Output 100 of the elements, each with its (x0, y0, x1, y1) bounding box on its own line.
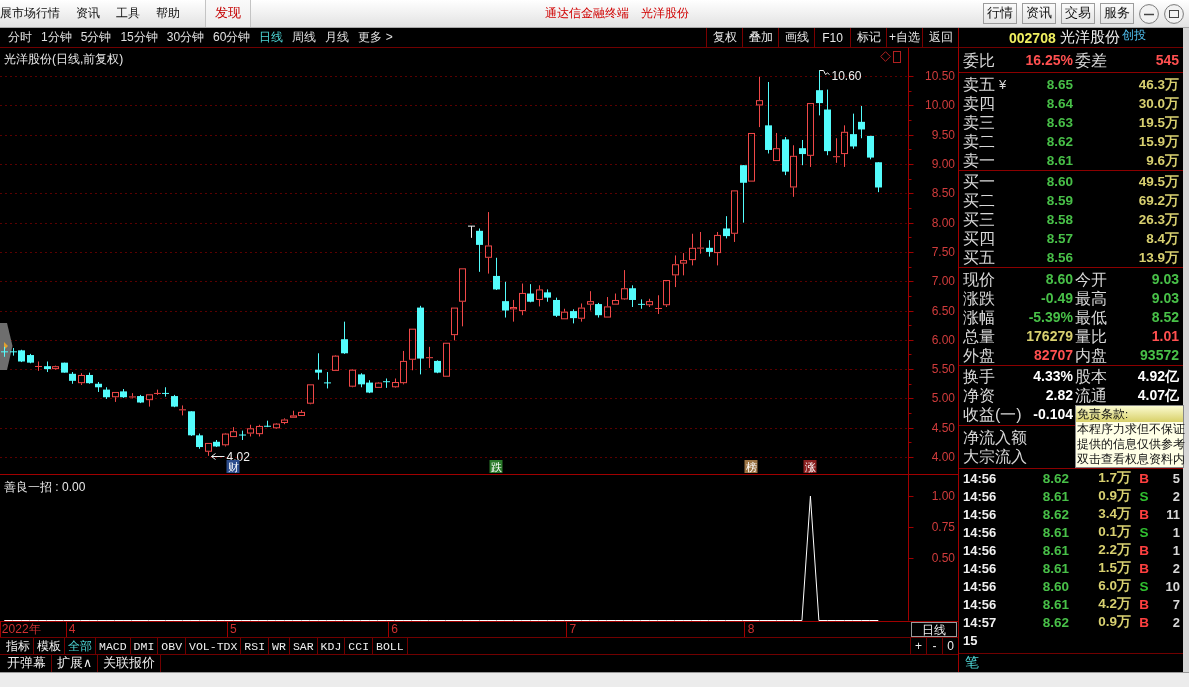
tick-price: 8.61 (1042, 560, 1069, 576)
quote-label: 今开 (1074, 270, 1107, 289)
menu-item[interactable]: 工具 (108, 0, 148, 27)
menu-item[interactable]: 展市场行情 (0, 0, 68, 27)
order-level-label: 卖五 (963, 75, 995, 94)
axis-label: 0.50 (931, 551, 955, 566)
candlestick (349, 368, 356, 388)
indicator-tab[interactable]: 全部 (65, 638, 96, 654)
toolbar-button[interactable]: 叠加 (742, 28, 778, 47)
event-tag[interactable]: 跌 (489, 460, 503, 473)
month-label: 8 (747, 622, 755, 636)
side-handle-icon[interactable] (0, 323, 13, 370)
quote-label: 最高 (1074, 289, 1107, 308)
indicator-tab[interactable]: VOL-TDX (186, 638, 242, 654)
tick-side: B (1139, 506, 1149, 522)
tick-volume: 0.1万 (1098, 523, 1131, 541)
period-tab[interactable]: 30分钟 (166, 29, 205, 46)
tick-time: 14:56 (963, 506, 997, 522)
menu-item[interactable]: 资讯 (68, 0, 108, 27)
nav-button[interactable]: 资讯 (1022, 3, 1056, 24)
indicator-tab[interactable]: CCI (345, 638, 374, 654)
indicator-tab[interactable]: RSI (241, 638, 270, 654)
axis-label: 7.50 (931, 244, 955, 259)
period-tab[interactable]: 周线 (292, 29, 317, 46)
indicator-tab[interactable]: 指标 (3, 638, 34, 654)
indicator-tab[interactable]: MACD (96, 638, 131, 654)
event-tag[interactable]: 榜 (744, 460, 758, 473)
minimize-icon[interactable] (1139, 3, 1159, 24)
period-tab[interactable]: 月线 (325, 29, 350, 46)
axis-label: 10.50 (924, 69, 955, 84)
toolbar-button[interactable]: 复权 (706, 28, 742, 47)
order-volume: 13.9万 (1138, 248, 1179, 267)
toolbar-button[interactable]: 画线 (778, 28, 814, 47)
indicator-tab[interactable]: KDJ (317, 638, 346, 654)
tick-time: 14:56 (963, 578, 997, 594)
tick-volume: 4.2万 (1098, 595, 1131, 613)
tick-count: 1 (1172, 524, 1180, 540)
period-tab[interactable]: 15分钟 (120, 29, 158, 46)
order-volume: 15.9万 (1138, 132, 1179, 151)
indicator-tab[interactable]: 模板 (34, 638, 65, 654)
toolbar-button[interactable]: +自选 (886, 28, 922, 47)
toolbar-button[interactable]: 标记 (850, 28, 886, 47)
order-volume: 30.0万 (1138, 94, 1179, 113)
indicator-tab[interactable]: OBV (158, 638, 187, 654)
tick-side: B (1139, 596, 1149, 612)
order-price: 8.64 (1046, 96, 1073, 111)
flow-label: 大宗流入 (963, 447, 1027, 466)
zoom-button[interactable]: + (910, 638, 926, 654)
indicator-tab[interactable]: BOLL (373, 638, 408, 654)
discover-tab[interactable]: 发现 (205, 0, 251, 27)
period-label[interactable]: 日线 (911, 622, 957, 637)
event-tag[interactable]: 涨 (803, 460, 817, 473)
candlestick (1, 346, 8, 358)
indicator-tab[interactable]: DMI (130, 638, 159, 654)
order-level-label: 买四 (963, 229, 995, 248)
board-label: 创投 (1121, 28, 1146, 43)
quote-label: 股本 (1074, 367, 1107, 386)
period-tab[interactable]: 60分钟 (213, 29, 251, 46)
period-tab[interactable]: 5分钟 (80, 29, 112, 46)
axis-label: 5.00 (931, 391, 955, 406)
tick-price: 8.61 (1042, 524, 1069, 540)
nav-button[interactable]: 行情 (983, 3, 1017, 24)
square-icon[interactable] (893, 51, 901, 63)
period-tab[interactable]: 更多 > (358, 29, 393, 46)
indicator-tab[interactable]: SAR (289, 638, 318, 654)
quote-label: 委差 (1074, 50, 1107, 70)
nav-button[interactable]: 交易 (1061, 3, 1095, 24)
toolbar-button[interactable]: 返回 (922, 28, 958, 47)
tick-side: B (1139, 542, 1149, 558)
order-volume: 26.3万 (1138, 210, 1179, 229)
tick-time: 14:57 (963, 614, 997, 630)
quote-label: 收益(一) (963, 405, 1022, 424)
order-volume: 8.4万 (1146, 229, 1179, 248)
quote-value: 176279 (1026, 327, 1073, 346)
zoom-button[interactable]: - (926, 638, 942, 654)
order-volume: 69.2万 (1138, 191, 1179, 210)
quote-label: 涨幅 (963, 308, 995, 327)
panel-tab[interactable]: 笔 (965, 654, 979, 672)
period-tab[interactable]: 日线 (259, 29, 284, 46)
tick-count: 5 (1172, 470, 1180, 486)
quote-value: 1.01 (1151, 327, 1179, 346)
quote-value: 93572 (1140, 346, 1179, 365)
period-tab[interactable]: 分时 (8, 29, 32, 46)
order-volume: 46.3万 (1138, 75, 1179, 94)
candlestick (756, 76, 763, 128)
tick-count: 2 (1172, 560, 1180, 576)
tick-volume: 1.5万 (1098, 559, 1131, 577)
order-price: 8.56 (1046, 250, 1073, 265)
toolbar-button[interactable]: F10 (814, 28, 850, 47)
nav-button[interactable]: 服务 (1100, 3, 1134, 24)
menu-item[interactable]: 帮助 (148, 0, 188, 27)
maximize-icon[interactable] (1164, 3, 1184, 24)
indicator-tab[interactable]: WR (269, 638, 290, 654)
tick-side: S (1139, 578, 1149, 594)
period-tab[interactable]: 1分钟 (41, 29, 72, 46)
quote-value: -0.104 (1033, 405, 1073, 424)
stock-title: 光洋股份 (641, 5, 689, 22)
tooltip-line: 提供的信息仅供参考 (1076, 437, 1183, 452)
zoom-button[interactable]: 0 (942, 638, 958, 654)
quote-label: 涨跌 (963, 289, 995, 308)
